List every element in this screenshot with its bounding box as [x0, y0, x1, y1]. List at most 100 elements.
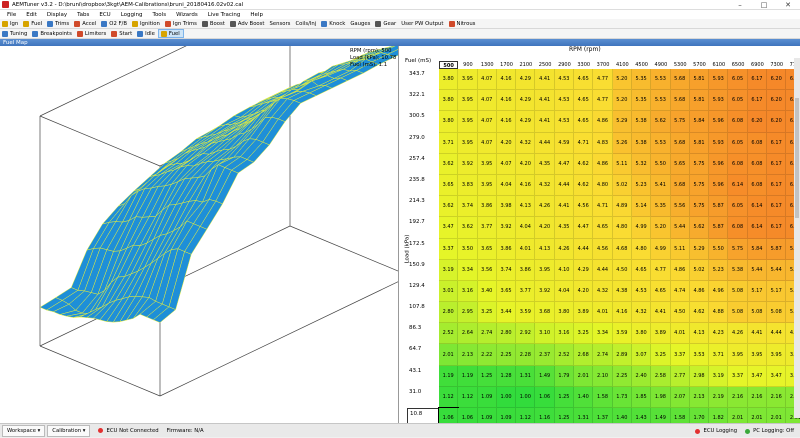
- fuel-cell[interactable]: 3.37: [439, 238, 459, 260]
- fuel-cell[interactable]: 1.19: [458, 365, 478, 387]
- fuel-cell[interactable]: 3.95: [458, 132, 478, 154]
- fuel-cell[interactable]: 4.65: [574, 90, 594, 112]
- fuel-cell[interactable]: 3.34: [593, 323, 613, 345]
- fuel-cell[interactable]: 3.83: [458, 174, 478, 197]
- fuel-cell[interactable]: 4.44: [554, 174, 575, 197]
- fuel-cell[interactable]: 2.19: [709, 386, 729, 408]
- tab-knock[interactable]: Knock: [319, 19, 348, 28]
- fuel-cell[interactable]: 4.80: [612, 217, 632, 239]
- fuel-cell[interactable]: 5.35: [651, 196, 671, 218]
- fuel-cell[interactable]: 3.77: [477, 217, 497, 239]
- fuel-cell[interactable]: 2.64: [458, 323, 478, 345]
- fuel-cell[interactable]: 5.96: [709, 153, 729, 175]
- fuel-cell[interactable]: 4.26: [535, 196, 555, 218]
- fuel-cell[interactable]: 3.86: [477, 196, 497, 218]
- fuel-cell[interactable]: 3.44: [496, 302, 517, 324]
- fuel-cell[interactable]: 4.41: [535, 90, 555, 112]
- fuel-cell[interactable]: 3.37: [670, 344, 690, 366]
- tab-ign[interactable]: Ign: [0, 19, 21, 28]
- fuel-cell[interactable]: 4.59: [554, 132, 575, 154]
- menu-live-tracing[interactable]: Live Tracing: [203, 12, 246, 18]
- fuel-cell[interactable]: 3.92: [458, 153, 478, 175]
- fuel-cell[interactable]: 5.68: [670, 132, 690, 154]
- fuel-cell[interactable]: 4.47: [574, 217, 594, 239]
- tab-gauges[interactable]: Gauges: [348, 19, 373, 28]
- fuel-cell[interactable]: 1.00: [496, 386, 517, 408]
- fuel-cell[interactable]: 5.29: [612, 111, 632, 133]
- tab-breakpoints[interactable]: Breakpoints: [30, 29, 75, 38]
- fuel-cell[interactable]: 6.17: [767, 174, 787, 197]
- tab-fuel[interactable]: Fuel: [21, 19, 45, 28]
- fuel-cell[interactable]: 4.16: [496, 111, 517, 133]
- fuel-cell[interactable]: 5.44: [767, 259, 787, 281]
- tab-accel[interactable]: Accel: [72, 19, 99, 28]
- fuel-cell[interactable]: 3.77: [516, 280, 536, 303]
- fuel-cell[interactable]: 4.32: [593, 280, 613, 303]
- tab-coils-inj[interactable]: Coils/Inj: [293, 19, 319, 28]
- fuel-cell[interactable]: 4.56: [593, 238, 613, 260]
- fuel-cell[interactable]: 3.92: [496, 217, 517, 239]
- fuel-cell[interactable]: 3.47: [747, 365, 768, 387]
- fuel-cell[interactable]: 2.22: [477, 344, 497, 366]
- fuel-cell[interactable]: 4.16: [612, 302, 632, 324]
- fuel-cell[interactable]: 5.17: [767, 280, 787, 303]
- fuel-cell[interactable]: 3.80: [439, 69, 459, 91]
- fuel-cell[interactable]: 2.28: [516, 344, 536, 366]
- fuel-cell[interactable]: 5.17: [747, 280, 768, 303]
- calibration-tab[interactable]: Calibration ▾: [47, 424, 91, 437]
- fuel-cell[interactable]: 3.65: [439, 174, 459, 197]
- fuel-cell[interactable]: 5.75: [689, 196, 710, 218]
- fuel-cell[interactable]: 4.13: [516, 196, 536, 218]
- fuel-cell[interactable]: 4.01: [670, 323, 690, 345]
- fuel-cell[interactable]: 2.80: [439, 302, 459, 324]
- fuel-cell[interactable]: 3.53: [689, 344, 710, 366]
- fuel-cell[interactable]: 5.68: [670, 174, 690, 197]
- fuel-cell[interactable]: 3.89: [574, 302, 594, 324]
- fuel-cell[interactable]: 4.50: [670, 302, 690, 324]
- fuel-cell[interactable]: 4.86: [670, 259, 690, 281]
- fuel-cell[interactable]: 4.32: [631, 302, 652, 324]
- fuel-cell[interactable]: 4.29: [574, 259, 594, 281]
- fuel-cell[interactable]: 4.80: [593, 174, 613, 197]
- fuel-cell[interactable]: 4.29: [516, 90, 536, 112]
- pc-logging-status[interactable]: PC Logging: Off: [745, 428, 794, 434]
- fuel-cell[interactable]: 5.26: [612, 132, 632, 154]
- fuel-cell[interactable]: 3.80: [439, 111, 459, 133]
- fuel-cell[interactable]: 6.14: [747, 196, 768, 218]
- fuel-cell[interactable]: 2.16: [747, 386, 768, 408]
- fuel-cell[interactable]: 1.73: [612, 386, 632, 408]
- fuel-cell[interactable]: 2.98: [689, 365, 710, 387]
- fuel-cell[interactable]: 6.17: [767, 217, 787, 239]
- fuel-cell[interactable]: 4.26: [728, 323, 748, 345]
- fuel-cell[interactable]: 4.13: [689, 323, 710, 345]
- fuel-cell[interactable]: 5.53: [651, 69, 671, 91]
- fuel-cell[interactable]: 2.95: [458, 302, 478, 324]
- fuel-cell[interactable]: 4.71: [574, 132, 594, 154]
- tab-nitrous[interactable]: Nitrous: [447, 19, 479, 28]
- fuel-cell[interactable]: 4.62: [574, 153, 594, 175]
- fuel-cell[interactable]: 2.10: [593, 365, 613, 387]
- fuel-cell[interactable]: 4.86: [593, 111, 613, 133]
- tab-ignition[interactable]: Ignition: [130, 19, 163, 28]
- fuel-cell[interactable]: 4.99: [631, 217, 652, 239]
- fuel-cell[interactable]: 6.20: [767, 111, 787, 133]
- fuel-cell[interactable]: 4.41: [535, 111, 555, 133]
- fuel-cell[interactable]: 6.14: [747, 217, 768, 239]
- fuel-cell[interactable]: 1.40: [574, 386, 594, 408]
- fuel-cell[interactable]: 3.34: [458, 259, 478, 281]
- surface-plot[interactable]: RPM (rpm): 500 Load (kPa): 10.78 Fuel (m…: [0, 0, 411, 423]
- menu-display[interactable]: Display: [42, 12, 72, 18]
- fuel-cell[interactable]: 2.74: [593, 344, 613, 366]
- fuel-cell[interactable]: 5.53: [651, 132, 671, 154]
- fuel-cell[interactable]: 4.44: [593, 259, 613, 281]
- fuel-cell[interactable]: 5.08: [767, 302, 787, 324]
- menu-tools[interactable]: Tools: [148, 12, 172, 18]
- fuel-cell[interactable]: 2.01: [439, 344, 459, 366]
- fuel-cell[interactable]: 4.65: [593, 217, 613, 239]
- fuel-cell[interactable]: 4.86: [689, 280, 710, 303]
- fuel-cell[interactable]: 4.29: [516, 69, 536, 91]
- fuel-cell[interactable]: 5.11: [670, 238, 690, 260]
- fuel-cell[interactable]: 5.53: [651, 90, 671, 112]
- fuel-cell[interactable]: 4.01: [516, 238, 536, 260]
- fuel-cell[interactable]: 2.16: [767, 386, 787, 408]
